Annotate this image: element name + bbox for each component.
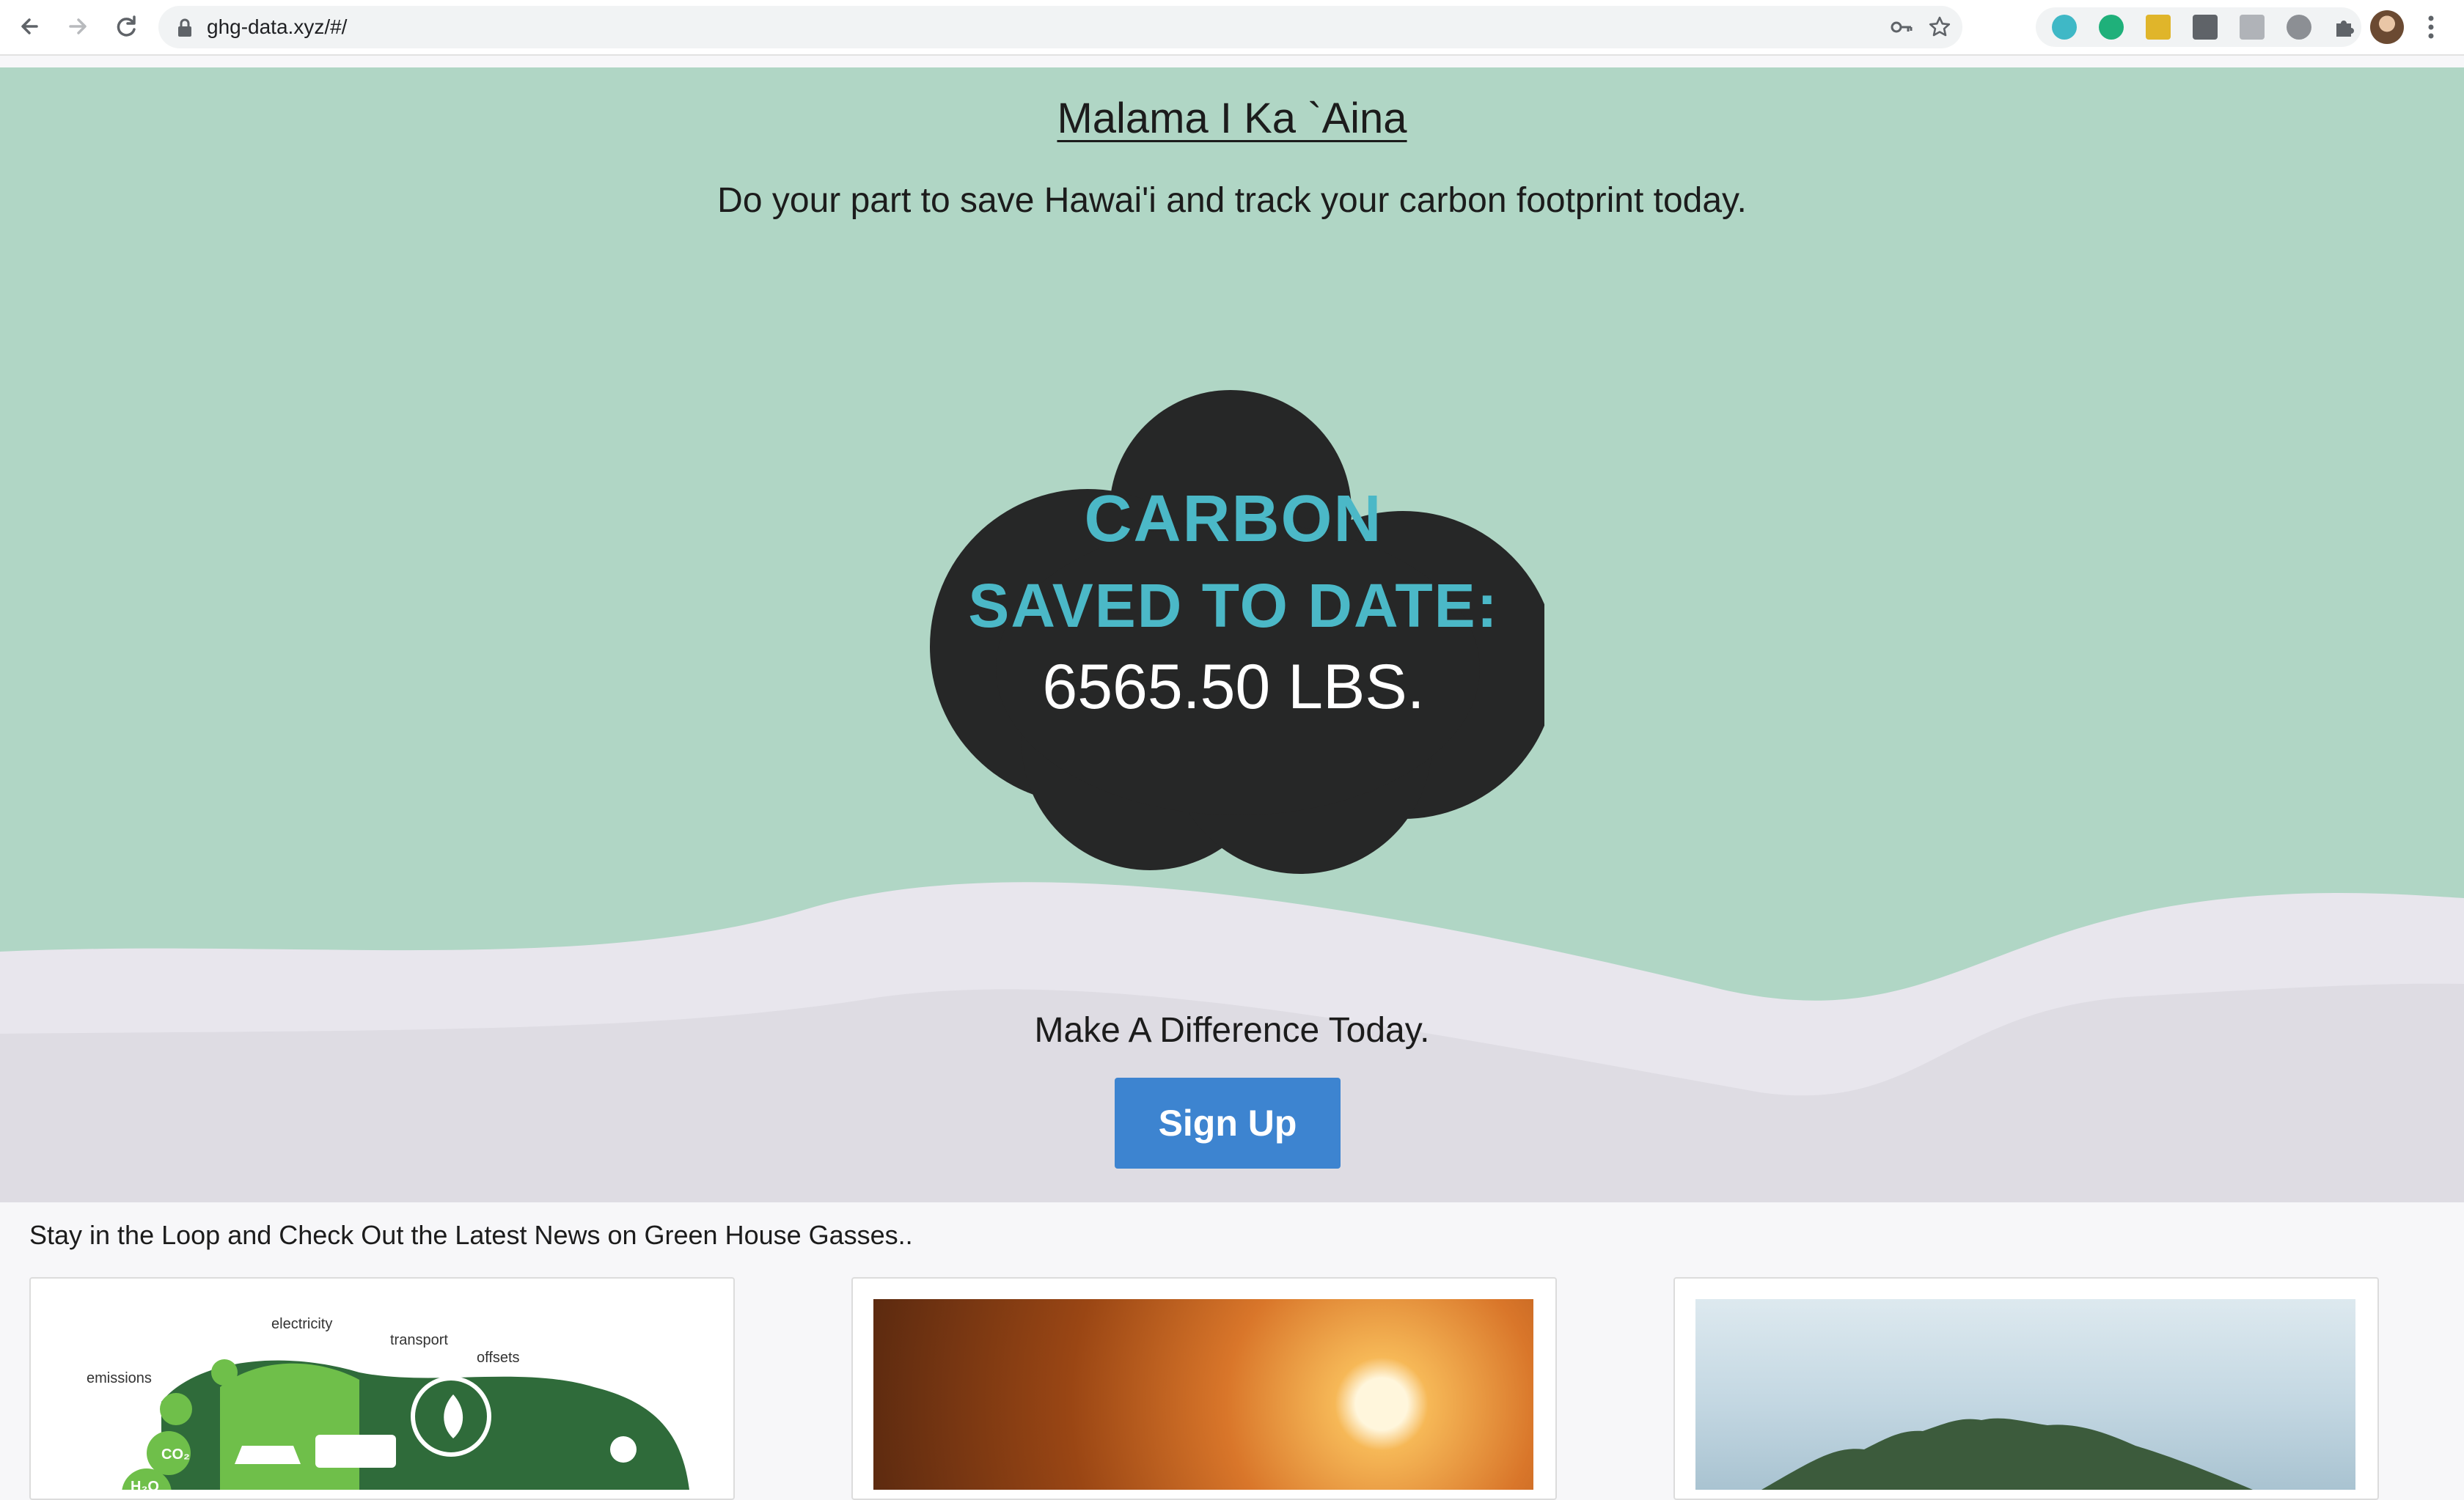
label-electricity: electricity — [271, 1316, 332, 1332]
label-co2: CO₂ — [161, 1446, 190, 1463]
lock-icon — [178, 18, 191, 37]
hero-subtitle: Do your part to save Hawai'i and track y… — [717, 181, 1747, 220]
news-heading: Stay in the Loop and Check Out the Lates… — [29, 1220, 913, 1250]
sunset-smoke-image — [873, 1299, 1533, 1490]
cloud-line-carbon: CARBON — [1084, 482, 1383, 556]
key-icon[interactable] — [1889, 15, 1914, 40]
back-icon[interactable] — [15, 10, 47, 43]
news-card-2[interactable] — [851, 1277, 1557, 1500]
reload-icon[interactable] — [110, 10, 142, 43]
carbon-saved-cloud: CARBON SAVED TO DATE: 6565.50 LBS. — [923, 361, 1544, 900]
hawaii-mountain-image — [1695, 1299, 2355, 1490]
cloud-line-saved: SAVED TO DATE: — [968, 571, 1499, 640]
cta-text: Make A Difference Today. — [1034, 1011, 1430, 1050]
more-menu-icon[interactable] — [2420, 10, 2442, 44]
extension-plant-icon[interactable] — [2146, 15, 2171, 40]
label-emissions: emissions — [87, 1370, 152, 1386]
address-bar[interactable]: ghg-data.xyz/#/ — [158, 6, 1962, 48]
url-text: ghg-data.xyz/#/ — [207, 15, 348, 38]
extension-m-icon[interactable] — [2052, 15, 2077, 40]
extension-square-icon[interactable] — [2193, 15, 2218, 40]
extensions-tray — [2036, 7, 2361, 47]
extension-tile-icon[interactable] — [2240, 15, 2265, 40]
bookmark-star-icon[interactable] — [1927, 15, 1952, 40]
browser-toolbar: ghg-data.xyz/#/ — [0, 0, 2464, 56]
hero-title[interactable]: Malama I Ka `Aina — [0, 94, 2464, 143]
ghg-infographic-image: electricity transport offsets emissions … — [51, 1299, 711, 1490]
label-h2o: H₂O — [131, 1479, 159, 1490]
news-card-1[interactable]: electricity transport offsets emissions … — [29, 1277, 735, 1500]
news-card-3[interactable] — [1673, 1277, 2379, 1500]
label-transport: transport — [390, 1332, 448, 1348]
label-offsets: offsets — [477, 1350, 520, 1366]
carbon-saved-value: 6565.50 LBS. — [1042, 652, 1425, 722]
profile-avatar[interactable] — [2370, 10, 2404, 44]
puzzle-icon[interactable] — [2332, 15, 2357, 40]
extension-circle-icon[interactable] — [2287, 15, 2311, 40]
forward-icon[interactable] — [62, 10, 94, 43]
grammarly-icon[interactable] — [2099, 15, 2124, 40]
sign-up-button[interactable]: Sign Up — [1115, 1078, 1341, 1169]
